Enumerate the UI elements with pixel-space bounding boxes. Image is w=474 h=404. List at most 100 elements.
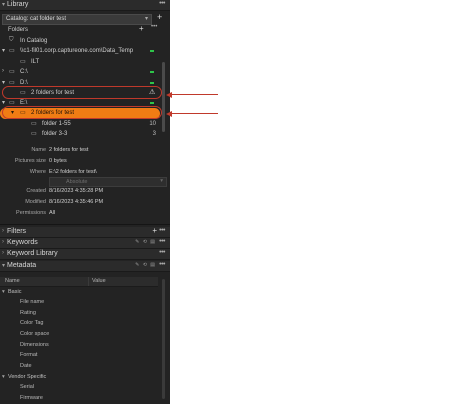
annotation-ring [2, 86, 162, 99]
prop-key: Name [31, 147, 46, 153]
prop-value: 2 folders for test [49, 147, 89, 153]
prop-key: Pictures size [14, 158, 46, 164]
divider [0, 224, 170, 225]
col-name: Name [5, 278, 20, 284]
tool-icons[interactable]: ✎ ⟲ ▤ [135, 262, 156, 268]
chevron-right-icon[interactable]: › [2, 250, 4, 256]
metadata-field: Dimensions [20, 342, 49, 348]
prop-value: E:\2 folders for test\ [49, 169, 97, 175]
tree-label: D:\ [20, 79, 28, 86]
prop-key: Where [29, 169, 46, 175]
chevron-down-icon[interactable]: ▾ [2, 79, 5, 86]
chevron-down-icon[interactable]: ▾ [2, 99, 5, 106]
prop-value: 8/16/2023 4:35:28 PM [49, 188, 104, 194]
path-mode-dropdown[interactable]: Absolute ▾ [49, 177, 167, 187]
metadata-header[interactable]: ▾ Metadata ✎ ⟲ ▤ ••• [0, 261, 170, 272]
annotation-arrowhead [166, 91, 172, 98]
library-header[interactable]: ▾ Library ••• [0, 0, 170, 11]
tree-row-network[interactable]: ▾ ▭ \\c1-fil01.corp.captureone.com\Data_… [0, 46, 166, 56]
folder-icon: ▭ [31, 131, 37, 137]
chevron-down-icon[interactable]: ▾ [2, 374, 5, 380]
metadata-group-vendor[interactable]: Vendor Specific [8, 374, 46, 380]
prop-value: All [49, 210, 56, 216]
catalog-icon: ⛉ [9, 37, 14, 43]
more-icon[interactable]: ••• [159, 249, 165, 256]
chevron-down-icon[interactable]: ▾ [2, 47, 5, 54]
metadata-field: Date [20, 363, 32, 369]
image-count: 10 [149, 120, 156, 127]
annotation-arrowhead [166, 110, 172, 117]
catalog-label: Catalog: cat folder test [6, 16, 67, 22]
metadata-field: Serial [20, 384, 35, 390]
metadata-field: File name [20, 299, 45, 305]
chevron-down-icon: ▾ [144, 16, 148, 22]
metadata-scrollbar[interactable] [162, 279, 165, 399]
more-icon[interactable]: ••• [151, 24, 157, 30]
filters-header[interactable]: › Filters + ••• [0, 226, 170, 238]
annotation-ring [2, 106, 162, 119]
tree-label: In Catalog [20, 37, 48, 44]
tree-row-ilt[interactable]: ▭ ILT [0, 57, 166, 67]
metadata-field: Format [20, 352, 38, 358]
folders-label: Folders [8, 26, 29, 33]
tool-icons[interactable]: ✎ ⟲ ▤ [135, 239, 156, 245]
drive-icon: ▭ [9, 69, 15, 75]
keyword-library-title: Keyword Library [7, 250, 58, 257]
tree-label: E:\ [20, 99, 28, 106]
metadata-title: Metadata [7, 262, 37, 269]
tree-label: \\c1-fil01.corp.captureone.com\Data_Temp [20, 47, 134, 54]
metadata-column-header: Name Value [0, 277, 158, 287]
more-icon[interactable]: ••• [159, 261, 165, 268]
plus-icon[interactable]: + [152, 226, 157, 235]
keyword-library-header[interactable]: › Keyword Library ••• [0, 249, 170, 260]
catalog-dropdown[interactable]: Catalog: cat folder test ▾ [2, 14, 152, 25]
folders-header: Folders + ••• [0, 24, 166, 35]
metadata-group-basic[interactable]: Basic [8, 289, 21, 295]
prop-key: Permissions [16, 210, 46, 216]
keywords-title: Keywords [7, 239, 38, 246]
filters-title: Filters [7, 228, 27, 235]
scrollbar[interactable] [162, 62, 165, 132]
drive-icon: ▭ [9, 100, 15, 106]
tree-row-folder-1-55[interactable]: ▭ folder 1-55 10 [0, 119, 166, 129]
folder-icon: ▭ [20, 59, 26, 65]
chevron-right-icon[interactable]: › [2, 228, 4, 234]
keywords-header[interactable]: › Keywords ✎ ⟲ ▤ ••• [0, 238, 170, 249]
drive-icon: ▭ [9, 48, 15, 54]
tree-label: ILT [31, 58, 40, 65]
chevron-right-icon[interactable]: › [2, 68, 4, 74]
path-mode-value: Absolute [66, 179, 88, 185]
status-indicator [150, 82, 154, 84]
chevron-down-icon[interactable]: ▾ [2, 262, 5, 269]
more-icon[interactable]: ••• [159, 227, 165, 234]
status-indicator [150, 50, 154, 52]
left-panel: ▾ Library ••• Catalog: cat folder test ▾… [0, 0, 170, 404]
status-indicator [150, 71, 154, 73]
tree-label: folder 3-3 [42, 130, 68, 137]
plus-icon[interactable]: + [157, 12, 162, 22]
metadata-field: Rating [20, 310, 36, 316]
annotation-arrow [172, 113, 218, 115]
tree-row-c[interactable]: › ▭ C:\ [0, 67, 166, 77]
metadata-field: Firmware [20, 395, 43, 401]
metadata-field: Color Tag [20, 320, 44, 326]
tree-row-in-catalog[interactable]: ⛉ In Catalog [0, 36, 166, 46]
more-icon[interactable]: ••• [159, 0, 165, 7]
col-value: Value [92, 278, 106, 284]
metadata-field: Color space [20, 331, 50, 337]
chevron-down-icon[interactable]: ▾ [2, 289, 5, 295]
prop-value: 8/16/2023 4:35:46 PM [49, 199, 104, 205]
prop-key: Modified [25, 199, 46, 205]
prop-key: Created [26, 188, 46, 194]
chevron-down-icon: ▾ [160, 178, 163, 184]
folder-icon: ▭ [31, 121, 37, 127]
tree-label: C:\ [20, 68, 28, 75]
chevron-right-icon[interactable]: › [2, 239, 4, 245]
tree-row-folder-3-3[interactable]: ▭ folder 3-3 3 [0, 129, 166, 139]
prop-value: 0 bytes [49, 158, 67, 164]
plus-icon[interactable]: + [139, 24, 144, 33]
more-icon[interactable]: ••• [159, 238, 165, 245]
chevron-down-icon[interactable]: ▾ [2, 1, 5, 8]
image-count: 3 [152, 130, 156, 137]
col-divider [88, 277, 89, 286]
